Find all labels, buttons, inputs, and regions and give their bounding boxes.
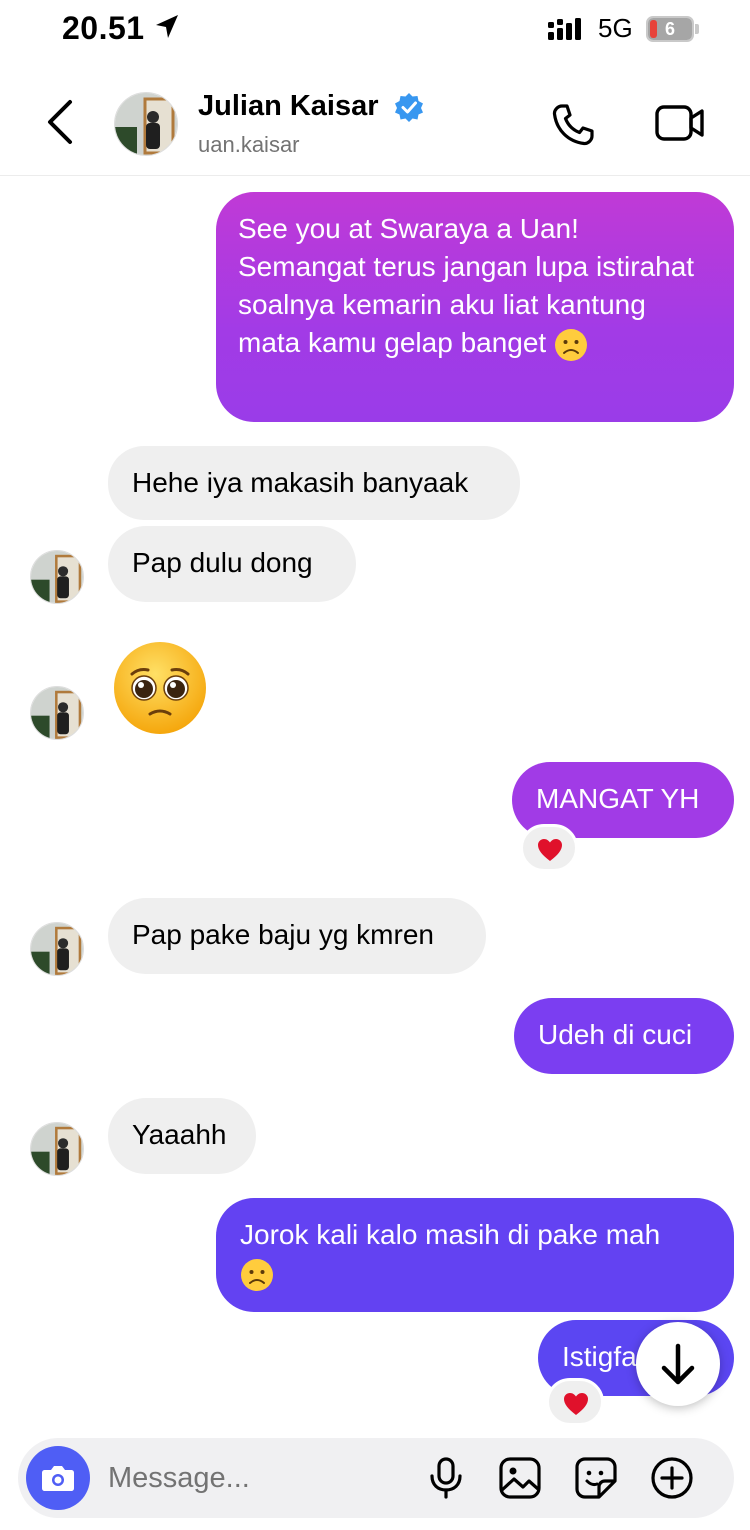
message-text: MANGAT YH [536,783,700,814]
message-bubble-incoming[interactable]: Yaaahh [108,1098,256,1174]
message-text: Pap dulu dong [132,547,313,578]
battery-icon: 6 [646,16,694,42]
message-bubble-incoming[interactable]: Hehe iya makasih banyaak [108,446,520,520]
message-bubble-outgoing[interactable]: Udeh di cuci [514,998,734,1074]
message-text: Pap pake baju yg kmren [132,919,434,950]
sender-avatar[interactable] [30,686,84,740]
message-input[interactable] [108,1458,408,1498]
location-arrow-icon [156,15,178,38]
chat-header: Julian Kaisar uan.kaisar [0,62,750,176]
red-heart-icon [538,839,562,861]
scroll-to-bottom-button[interactable] [636,1322,720,1406]
gallery-icon[interactable] [496,1454,544,1502]
avatar-photo [31,687,83,739]
camera-icon [42,1466,74,1491]
battery-fill [650,20,657,38]
frowning-face-emoji-icon [555,328,587,361]
arrow-down-icon [661,1343,695,1385]
message-reaction[interactable] [546,1378,604,1426]
sender-avatar[interactable] [30,550,84,604]
message-bubble-incoming[interactable]: Pap dulu dong [108,526,356,602]
frowning-face-emoji-icon [241,1258,273,1291]
contact-username: uan.kaisar [198,132,300,157]
red-heart-icon [564,1393,588,1415]
signal-icon [548,18,581,40]
message-text: Yaaahh [132,1119,227,1150]
status-time: 20.51 [62,10,145,46]
sender-avatar[interactable] [30,922,84,976]
message-reaction[interactable] [520,824,578,872]
plus-icon[interactable] [648,1454,696,1502]
sender-avatar[interactable] [30,1122,84,1176]
microphone-icon[interactable] [422,1454,470,1502]
camera-button[interactable] [26,1446,90,1510]
message-text: Udeh di cuci [538,1019,693,1050]
back-chevron-icon[interactable] [40,98,80,146]
avatar-photo [31,551,83,603]
message-bubble-outgoing[interactable]: See you at Swaraya a Uan! Semangat terus… [216,192,734,422]
phone-icon[interactable] [550,102,596,148]
avatar-photo [31,923,83,975]
avatar-photo [31,1123,83,1175]
battery-tip [695,24,699,34]
network-label: 5G [598,13,633,43]
message-bubble-incoming[interactable]: Pap pake baju yg kmren [108,898,486,974]
message-text: Hehe iya makasih banyaak [132,467,469,498]
avatar-photo [115,93,177,155]
verified-badge-icon [395,93,423,122]
message-composer [18,1438,734,1518]
contact-avatar[interactable] [114,92,178,156]
message-text: Jorok kali kalo masih di pake mah [240,1219,661,1250]
video-camera-icon[interactable] [654,100,706,146]
status-bar: 20.51 5G 6 [0,0,750,60]
pleading-face-emoji-icon[interactable] [112,640,208,736]
sticker-icon[interactable] [572,1454,620,1502]
contact-name[interactable]: Julian Kaisar [198,90,379,123]
message-text: See you at Swaraya a Uan! Semangat terus… [238,213,695,358]
message-bubble-outgoing[interactable]: Jorok kali kalo masih di pake mah [216,1198,734,1312]
message-text: Istigfa [562,1341,637,1372]
